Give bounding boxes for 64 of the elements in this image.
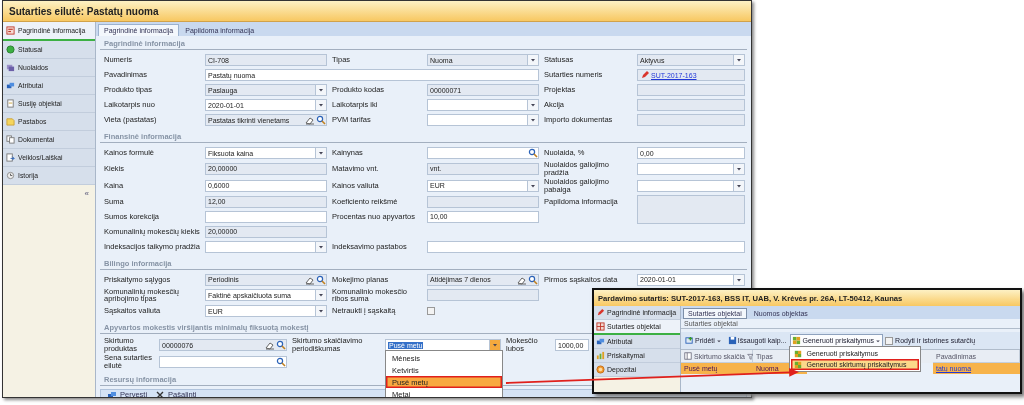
text-field[interactable] [637, 114, 745, 126]
memo-field[interactable] [637, 194, 745, 224]
dropdown-field[interactable] [427, 114, 539, 126]
note-icon [6, 117, 15, 126]
puzzle-icon [792, 336, 802, 345]
search-icon[interactable] [276, 356, 286, 367]
caret-icon[interactable] [733, 274, 744, 285]
text-field[interactable] [427, 240, 745, 253]
status-dot-icon [6, 45, 15, 54]
caret-icon[interactable] [315, 148, 326, 158]
search-icon[interactable] [316, 274, 326, 285]
filter-icon [746, 352, 754, 360]
caret-icon[interactable] [527, 55, 538, 65]
caret-icon[interactable] [315, 290, 326, 301]
caret-icon[interactable] [733, 180, 744, 191]
document-icon [6, 99, 15, 108]
caret-icon[interactable] [733, 55, 744, 65]
caret-icon[interactable] [733, 163, 744, 174]
grid-icon [596, 322, 605, 331]
pencil-icon [640, 70, 650, 80]
dropdown-field[interactable] [637, 162, 745, 175]
coin-icon [596, 365, 605, 374]
history-icon [6, 171, 15, 180]
save-icon [727, 336, 737, 345]
puzzle-icon [794, 349, 803, 358]
tags-icon [6, 63, 15, 72]
blocks-icon [6, 81, 15, 90]
search-icon[interactable] [528, 274, 538, 285]
dropdown-field[interactable] [205, 240, 327, 253]
search-icon[interactable] [316, 115, 326, 125]
dropdown-field[interactable] [637, 179, 745, 192]
chart-icon [596, 351, 605, 360]
add-icon [685, 336, 694, 345]
puzzle-icon [794, 360, 803, 369]
form-icon [6, 26, 15, 35]
text-field[interactable] [637, 84, 745, 96]
caret-icon[interactable] [315, 85, 326, 95]
caret-icon[interactable] [489, 340, 500, 351]
caret-icon[interactable] [315, 100, 326, 110]
caret-icon[interactable] [527, 100, 538, 110]
blocks-icon [596, 337, 605, 346]
eraser-icon[interactable] [265, 340, 275, 351]
text-field[interactable] [427, 195, 539, 208]
caret-icon[interactable] [315, 306, 326, 317]
search-field[interactable] [427, 147, 539, 159]
window-title: Sutarties eilutė: Pastatų nuoma [3, 1, 751, 22]
search-icon[interactable] [276, 340, 286, 351]
collapse-button[interactable]: « [84, 189, 89, 198]
search-icon[interactable] [528, 148, 538, 158]
text-field[interactable] [637, 99, 745, 111]
checkbox[interactable] [427, 307, 435, 316]
text-field[interactable] [427, 289, 539, 302]
caret-icon[interactable] [315, 241, 326, 252]
columns-icon [684, 352, 692, 360]
eraser-icon[interactable] [305, 115, 315, 125]
checkbox[interactable] [885, 336, 894, 345]
blocks-icon [107, 389, 117, 397]
caret-icon[interactable] [527, 180, 538, 191]
caret-icon[interactable] [527, 115, 538, 125]
documents-icon [6, 135, 15, 144]
search-field[interactable] [159, 355, 287, 368]
text-field[interactable] [205, 210, 327, 223]
dropdown-field[interactable] [427, 99, 539, 111]
pencil-icon [596, 308, 605, 317]
